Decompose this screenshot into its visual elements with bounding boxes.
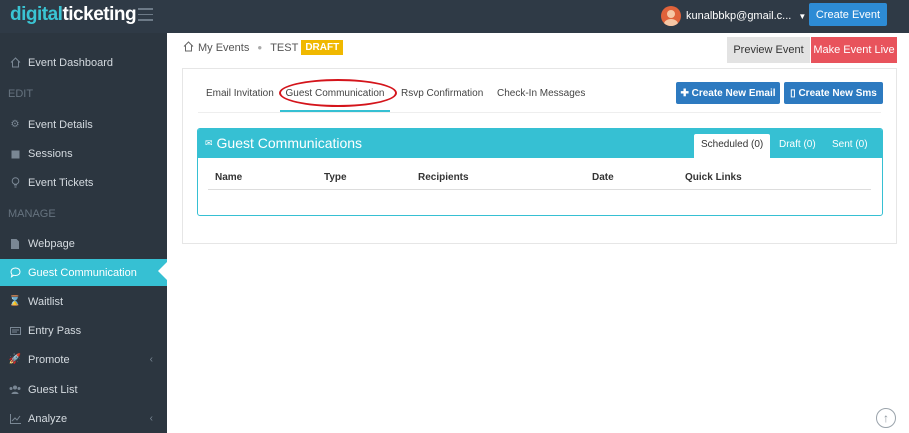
column-header-quick-links: Quick Links [685,172,742,183]
user-menu[interactable]: kunalbbkp@gmail.c... ▼ [661,6,806,26]
tabs-divider [198,112,881,113]
sidebar-item-waitlist[interactable]: ⌛ Waitlist [0,288,167,315]
chart-icon [9,413,21,425]
tab-guest-communication[interactable]: Guest Communication [280,82,390,112]
home-icon[interactable] [183,40,194,55]
make-event-live-button[interactable]: Make Event Live [811,37,897,63]
tab-draft[interactable]: Draft (0) [772,134,823,158]
sidebar-heading-edit: EDIT [8,88,34,100]
user-email: kunalbbkp@gmail.c... [686,10,792,22]
scroll-to-top-icon[interactable]: ↑ [876,408,896,428]
tab-scheduled[interactable]: Scheduled (0) [694,134,771,158]
table-header-divider [208,189,871,190]
users-icon [9,384,21,396]
hourglass-icon: ⌛ [8,296,22,307]
tab-rsvp-confirmation[interactable]: Rsvp Confirmation [401,82,483,112]
breadcrumb-event-name: TEST [270,41,299,54]
app-logo[interactable]: digitalticketing [10,4,137,26]
breadcrumb-my-events[interactable]: My Events [198,42,249,54]
sidebar-item-guest-communication[interactable]: Guest Communication [0,259,167,286]
file-icon [9,238,21,250]
sidebar-heading-manage: MANAGE [8,208,56,220]
home-icon [9,57,21,69]
ticket-icon [9,325,21,337]
sidebar-item-webpage[interactable]: Webpage [0,230,167,257]
top-bar: digitalticketing kunalbbkp@gmail.c... ▼ … [0,0,909,33]
active-indicator [158,262,167,280]
create-new-email-button[interactable]: ✚ Create New Email [676,82,780,104]
sidebar-item-event-details[interactable]: ⚙ Event Details [0,111,167,138]
sidebar-item-entry-pass[interactable]: Entry Pass [0,317,167,344]
calendar-icon [9,148,21,160]
sidebar-item-guest-list[interactable]: Guest List [0,376,167,403]
panel-header: ✉ Guest Communications Scheduled (0) Dra… [198,129,882,158]
chevron-left-icon: ‹ [149,413,153,424]
menu-toggle-icon[interactable] [138,8,153,21]
sidebar: Event Dashboard EDIT ⚙ Event Details Ses… [0,33,167,433]
chevron-down-icon: ▼ [798,11,807,21]
chevron-left-icon: ‹ [149,354,153,365]
preview-event-button[interactable]: Preview Event [727,37,810,63]
column-header-date[interactable]: Date [592,172,614,183]
tab-sent[interactable]: Sent (0) [825,134,875,158]
lightbulb-icon [9,177,21,189]
gear-icon: ⚙ [10,119,20,130]
column-header-recipients[interactable]: Recipients [418,172,469,183]
envelope-icon: ✉ [205,137,213,148]
plus-icon: ✚ [680,87,692,99]
sidebar-item-sessions[interactable]: Sessions [0,140,167,167]
column-header-type[interactable]: Type [324,172,347,183]
sidebar-item-promote[interactable]: 🚀 Promote ‹ [0,346,167,373]
panel-title: ✉ Guest Communications [205,135,363,151]
status-badge: DRAFT [301,40,344,55]
guest-communications-panel: ✉ Guest Communications Scheduled (0) Dra… [197,128,883,216]
breadcrumb-separator: ● [257,43,263,52]
sidebar-item-event-tickets[interactable]: Event Tickets [0,169,167,196]
tab-email-invitation[interactable]: Email Invitation [206,82,274,112]
sidebar-item-analyze[interactable]: Analyze ‹ [0,405,167,432]
create-new-sms-button[interactable]: ▯ Create New Sms [784,82,883,104]
column-header-name[interactable]: Name [215,172,242,183]
rocket-icon: 🚀 [8,354,22,365]
avatar [661,6,681,26]
sidebar-item-dashboard[interactable]: Event Dashboard [0,49,167,76]
breadcrumb: My Events ● TEST DRAFT [183,40,344,55]
create-event-button[interactable]: Create Event [809,3,887,26]
comment-icon [9,267,21,279]
tab-checkin-messages[interactable]: Check-In Messages [497,82,585,112]
